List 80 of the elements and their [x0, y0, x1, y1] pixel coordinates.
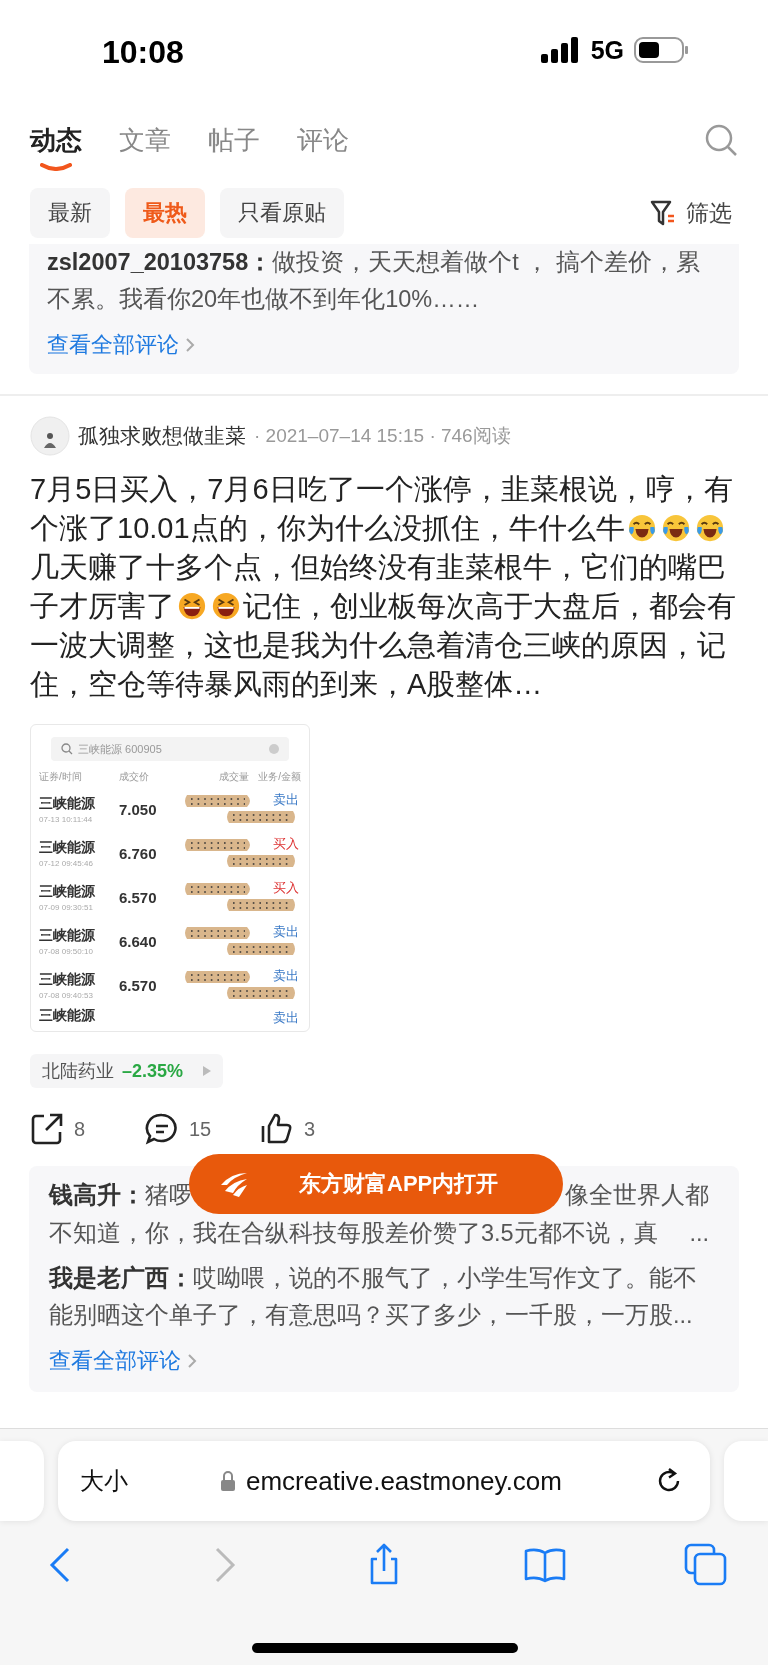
view-all-comments-link[interactable]: 查看全部评论	[49, 1346, 197, 1376]
laughing-face-icon	[177, 591, 207, 621]
tabs-icon[interactable]	[684, 1543, 728, 1587]
search-icon	[61, 743, 73, 755]
status-time: 10:08	[102, 32, 184, 71]
share-icon	[30, 1112, 64, 1146]
column-header: 业务/金额	[257, 770, 301, 784]
laughing-tears-icon	[694, 513, 725, 543]
stock-name: 三峡能源	[39, 1007, 96, 1025]
tab[interactable]: 帖子	[208, 123, 260, 173]
tab[interactable]: 文章	[119, 123, 171, 173]
stock-name: 三峡能源	[39, 838, 96, 857]
price-change: –2.35%	[122, 1060, 184, 1082]
search-icon[interactable]	[704, 123, 738, 157]
clear-icon	[269, 744, 279, 754]
laughing-tears-icon	[626, 513, 657, 543]
lock-icon	[220, 1470, 236, 1492]
column-header: 成交价	[119, 770, 150, 784]
stock-name: 三峡能源	[39, 926, 96, 945]
filter-chip[interactable]: 只看原贴	[220, 188, 344, 238]
text-size-button[interactable]: 大小	[80, 1465, 128, 1497]
trade-type: 买入	[273, 835, 299, 853]
laughing-tears-icon	[660, 513, 691, 543]
comment-text: 不知道，你，我在合纵科技每股差价赞了3.5元都不说，真	[49, 1219, 658, 1248]
like-button[interactable]: 3	[260, 1112, 375, 1146]
trade-type: 买入	[273, 879, 299, 897]
post-text: 7月5日买入，7月6日吃了一个涨停，韭菜根说，哼，有个涨了10.01点的，你为什么没抓住，牛什么牛 几天赚了十多个点，但始终没有韭菜根牛，它们的嘴巴子才厉害了 记住，创业板每次高于大盘后，都会有一波大调整，这也是我为什么急着清仓三峡的原因，记住，空仓等待暴风雨的到来，A股整体…	[30, 472, 737, 702]
stock-tag[interactable]: 北陆药业 –2.35%	[30, 1054, 224, 1088]
stock-name: 三峡能源	[39, 794, 96, 813]
trade-type: 卖出	[273, 967, 299, 985]
trade-time: 07-13 10:11:44	[39, 814, 94, 824]
trade-price: 6.570	[119, 976, 158, 994]
network-label: 5G	[590, 35, 624, 65]
comment-text: zsl2007_20103758：做投资，天天想着做个t ， 搞个差价，累不累。我看你20年也做不到年化10%……	[47, 248, 701, 314]
comment-button[interactable]: 15	[145, 1112, 260, 1146]
trade-price: 6.760	[119, 844, 158, 862]
trade-price: 6.640	[119, 932, 158, 950]
thumbs-up-icon	[260, 1112, 294, 1146]
trade-time: 07-08 09:50:10	[39, 946, 94, 956]
filter-icon	[650, 199, 676, 227]
view-all-comments-link[interactable]: 查看全部评论	[47, 330, 195, 360]
trade-type: 卖出	[273, 923, 299, 941]
play-icon	[203, 1066, 212, 1076]
chevron-icon	[187, 1353, 197, 1369]
column-header: 成交量	[218, 770, 249, 784]
comment-author: 钱高升：	[49, 1181, 145, 1210]
address-bar[interactable]: 大小 emcreative.eastmoney.com	[58, 1441, 710, 1521]
comment-text: 像全世界人都	[565, 1181, 709, 1210]
underline-icon	[40, 163, 72, 171]
battery-icon	[634, 36, 690, 64]
trade-price: 7.050	[119, 800, 158, 818]
laughing-face-icon	[211, 591, 241, 621]
trade-type: 卖出	[273, 1009, 299, 1027]
filter-chip[interactable]: 最新	[30, 188, 110, 238]
logo-icon	[219, 1171, 249, 1197]
screenshot-image[interactable]: 三峡能源 600905 证券/时间 成交价 成交量 业务/金额 三峡能源 07-13 10:11:44 7.050 卖出 三峡能源 07-12 09:45:46 6.760 买入 三峡能源 07-09 09:30:51 6.570 买入 三峡能源 07-08 09:50:10 6.640 卖出 三峡能源 07-08 09:40:53 6.570 卖出 三峡能源 卖出	[30, 724, 310, 1032]
share-button[interactable]: 8	[30, 1112, 145, 1146]
open-in-app-button[interactable]: 东方财富APP内打开	[189, 1154, 563, 1214]
search-text: 三峡能源 600905	[78, 741, 162, 757]
post-meta: · 2021–07–14 15:15 · 746阅读	[254, 424, 511, 448]
stock-name: 北陆药业	[42, 1060, 114, 1083]
trade-time: 07-12 09:45:46	[39, 858, 94, 868]
avatar[interactable]	[30, 416, 70, 456]
comment-text: 我是老广西：哎呦喂，说的不服气了，小学生写作文了。能不能别晒这个单子了，有意思吗？买了多少，一千股，一万股...	[49, 1264, 698, 1330]
trade-price: 6.570	[119, 888, 158, 906]
url-text: emcreative.eastmoney.com	[220, 1465, 562, 1497]
signal-icon	[540, 37, 581, 63]
trade-time: 07-09 09:30:51	[39, 902, 94, 912]
column-header: 证券/时间	[39, 770, 83, 784]
ellipsis: ...	[689, 1219, 709, 1248]
filter-button[interactable]: 筛选	[644, 196, 738, 230]
author-name[interactable]: 孤独求败想做韭菜	[78, 422, 246, 450]
stock-name: 三峡能源	[39, 882, 96, 901]
trade-type: 卖出	[273, 791, 299, 809]
tab[interactable]: 评论	[297, 123, 349, 173]
trade-time: 07-08 09:40:53	[39, 990, 94, 1000]
stock-name: 三峡能源	[39, 970, 96, 989]
comment-icon	[145, 1112, 179, 1146]
chevron-icon	[185, 337, 195, 353]
tab[interactable]: 动态	[30, 123, 82, 173]
